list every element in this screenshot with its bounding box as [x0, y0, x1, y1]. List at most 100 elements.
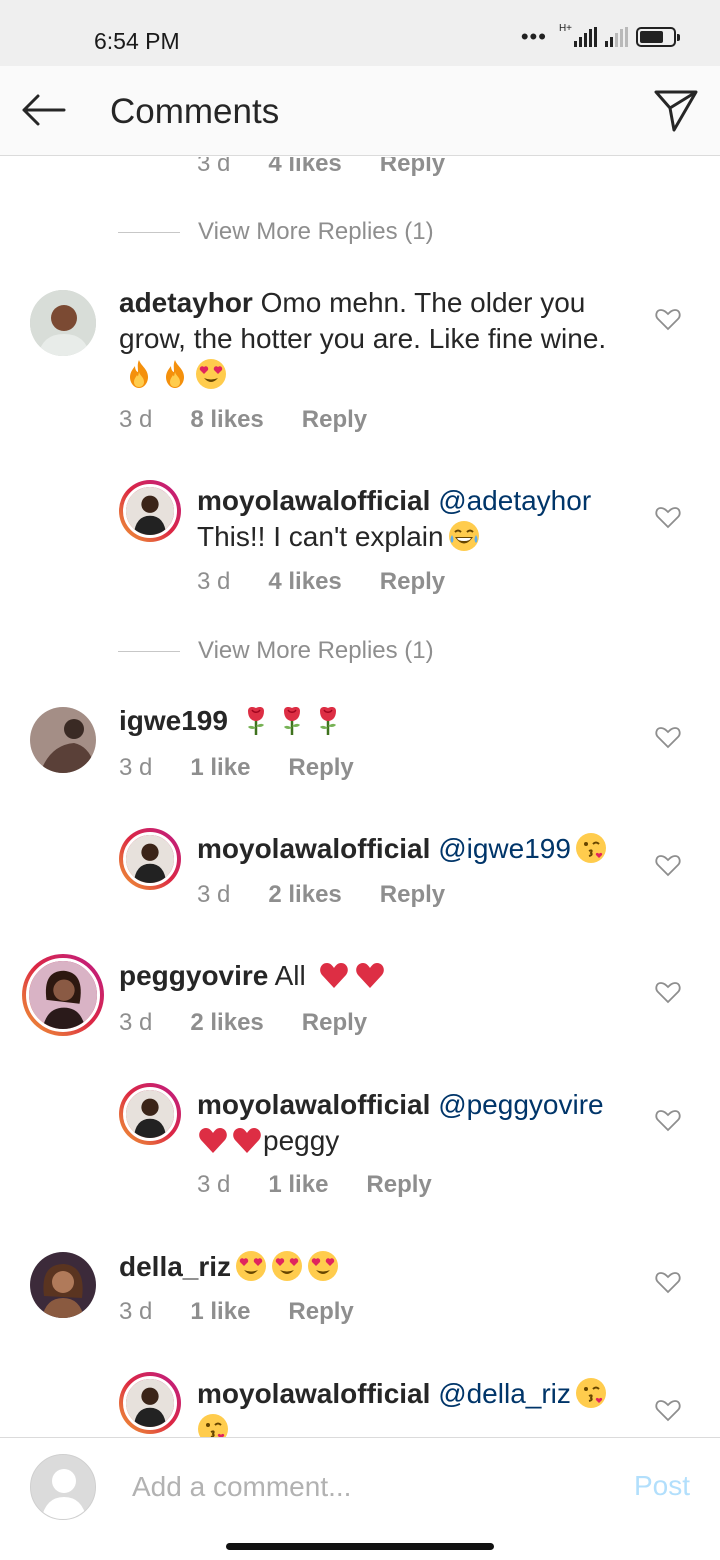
comment-username[interactable]: moyolawalofficial	[197, 1089, 430, 1120]
heart-eyes-emoji-icon	[195, 358, 227, 390]
comment-likes[interactable]: 1 like	[268, 1170, 328, 1200]
reply-button[interactable]: Reply	[288, 1297, 353, 1327]
heart-eyes-emoji-icon	[307, 1250, 339, 1282]
network-type: H+	[558, 23, 572, 34]
comment-likes[interactable]: 2 likes	[190, 1008, 263, 1038]
comment-age: 3 d	[119, 1009, 153, 1036]
reply-button[interactable]: Reply	[288, 753, 353, 783]
comment-age: 3 d	[119, 754, 153, 781]
avatar[interactable]	[119, 1372, 181, 1434]
heart-icon[interactable]	[655, 307, 681, 331]
post-button[interactable]: Post	[634, 1470, 690, 1502]
avatar[interactable]	[30, 290, 96, 356]
comment-likes[interactable]: 8 likes	[190, 405, 263, 435]
comment-body: This!! I can't explain	[197, 521, 444, 552]
my-avatar	[30, 1454, 96, 1520]
rose-emoji-icon	[312, 704, 344, 736]
comment-username[interactable]: moyolawalofficial	[197, 833, 430, 864]
reply-text: moyolawalofficial @della_riz	[197, 1376, 627, 1437]
mention-link[interactable]: @peggyovire	[438, 1089, 603, 1120]
heart-icon[interactable]	[655, 505, 681, 529]
comment-likes[interactable]: 2 likes	[268, 880, 341, 910]
heart-icon[interactable]	[655, 1270, 681, 1294]
comment-username[interactable]: moyolawalofficial	[197, 485, 430, 516]
avatar[interactable]	[119, 480, 181, 542]
comment-username[interactable]: peggyovire	[119, 960, 268, 991]
kiss-emoji-icon	[197, 1413, 229, 1437]
mention-link[interactable]: @adetayhor	[438, 485, 591, 516]
comment-username[interactable]: della_riz	[119, 1251, 231, 1282]
status-icons: ••• H+	[520, 23, 680, 49]
comment-meta: 3 d 1 like Reply	[119, 1297, 354, 1327]
reply-button[interactable]: Reply	[366, 1170, 431, 1200]
avatar[interactable]	[30, 1252, 96, 1318]
comment-likes[interactable]: 4 likes	[268, 157, 341, 179]
heart-icon[interactable]	[655, 980, 681, 1004]
comment-text: della_riz	[119, 1249, 619, 1285]
comment-age: 3 d	[197, 881, 231, 908]
arrow-left-icon[interactable]	[20, 92, 66, 128]
avatar[interactable]	[30, 707, 96, 773]
avatar[interactable]	[22, 954, 104, 1036]
rose-emoji-icon	[276, 704, 308, 736]
battery-level	[640, 31, 663, 43]
comment-meta: 3 d 1 like Reply	[119, 753, 354, 783]
comment-meta: 3 d 2 likes Reply	[197, 880, 445, 910]
comment-meta: 3 d 4 likes Reply	[197, 157, 445, 179]
comment-age: 3 d	[119, 406, 153, 433]
comment-likes[interactable]: 1 like	[190, 1297, 250, 1327]
comment-text: igwe199	[119, 703, 619, 739]
more-dots-icon: •••	[520, 24, 547, 49]
battery-icon	[636, 27, 680, 47]
comment-meta: 3 d 1 like Reply	[197, 1170, 432, 1200]
signal-strength-icon	[574, 27, 597, 47]
divider	[118, 650, 180, 652]
red-heart-emoji-icon	[318, 959, 350, 991]
comment-username[interactable]: adetayhor	[119, 287, 253, 318]
comment-age: 3 d	[197, 1171, 231, 1198]
avatar[interactable]	[119, 1083, 181, 1145]
view-more-replies[interactable]: View More Replies (1)	[118, 636, 434, 666]
mention-link[interactable]: @della_riz	[438, 1378, 571, 1409]
signal-strength-secondary-icon	[605, 27, 628, 47]
red-heart-emoji-icon	[354, 959, 386, 991]
comment-body: peggy	[263, 1125, 340, 1156]
view-more-replies[interactable]: View More Replies (1)	[118, 217, 434, 247]
comment-age: 3 d	[119, 1298, 153, 1325]
comment-body: All	[274, 960, 306, 991]
comment-username[interactable]: moyolawalofficial	[197, 1378, 430, 1409]
heart-icon[interactable]	[655, 1398, 681, 1422]
reply-button[interactable]: Reply	[380, 157, 445, 179]
comment-meta: 3 d 2 likes Reply	[119, 1008, 367, 1038]
heart-eyes-emoji-icon	[271, 1250, 303, 1282]
status-bar: 6:54 PM ••• H+	[0, 0, 720, 66]
mention-link[interactable]: @igwe199	[438, 833, 571, 864]
view-more-label[interactable]: View More Replies (1)	[198, 218, 434, 246]
page-title: Comments	[110, 92, 280, 131]
heart-icon[interactable]	[655, 725, 681, 749]
view-more-label[interactable]: View More Replies (1)	[198, 637, 434, 665]
comments-list[interactable]: 3 d 4 likes Reply View More Replies (1) …	[0, 157, 720, 1437]
rose-emoji-icon	[240, 704, 272, 736]
home-indicator[interactable]	[226, 1543, 494, 1550]
paper-plane-icon[interactable]	[654, 88, 698, 132]
avatar[interactable]	[119, 828, 181, 890]
comment-likes[interactable]: 4 likes	[268, 567, 341, 597]
heart-icon[interactable]	[655, 1108, 681, 1132]
kiss-emoji-icon	[575, 832, 607, 864]
fire-emoji-icon	[159, 358, 191, 390]
reply-button[interactable]: Reply	[380, 880, 445, 910]
comment-username[interactable]: igwe199	[119, 705, 228, 736]
laughing-emoji-icon	[448, 520, 480, 552]
comment-age: 3 d	[197, 568, 231, 595]
reply-button[interactable]: Reply	[302, 405, 367, 435]
comment-input[interactable]	[132, 1466, 592, 1508]
heart-icon[interactable]	[655, 853, 681, 877]
reply-button[interactable]: Reply	[380, 567, 445, 597]
comment-composer: Post	[0, 1437, 720, 1560]
reply-button[interactable]: Reply	[302, 1008, 367, 1038]
comment-likes[interactable]: 1 like	[190, 753, 250, 783]
comment-meta: 3 d 8 likes Reply	[119, 405, 367, 435]
status-time: 6:54 PM	[94, 28, 180, 54]
comment-age: 3 d	[197, 157, 231, 177]
